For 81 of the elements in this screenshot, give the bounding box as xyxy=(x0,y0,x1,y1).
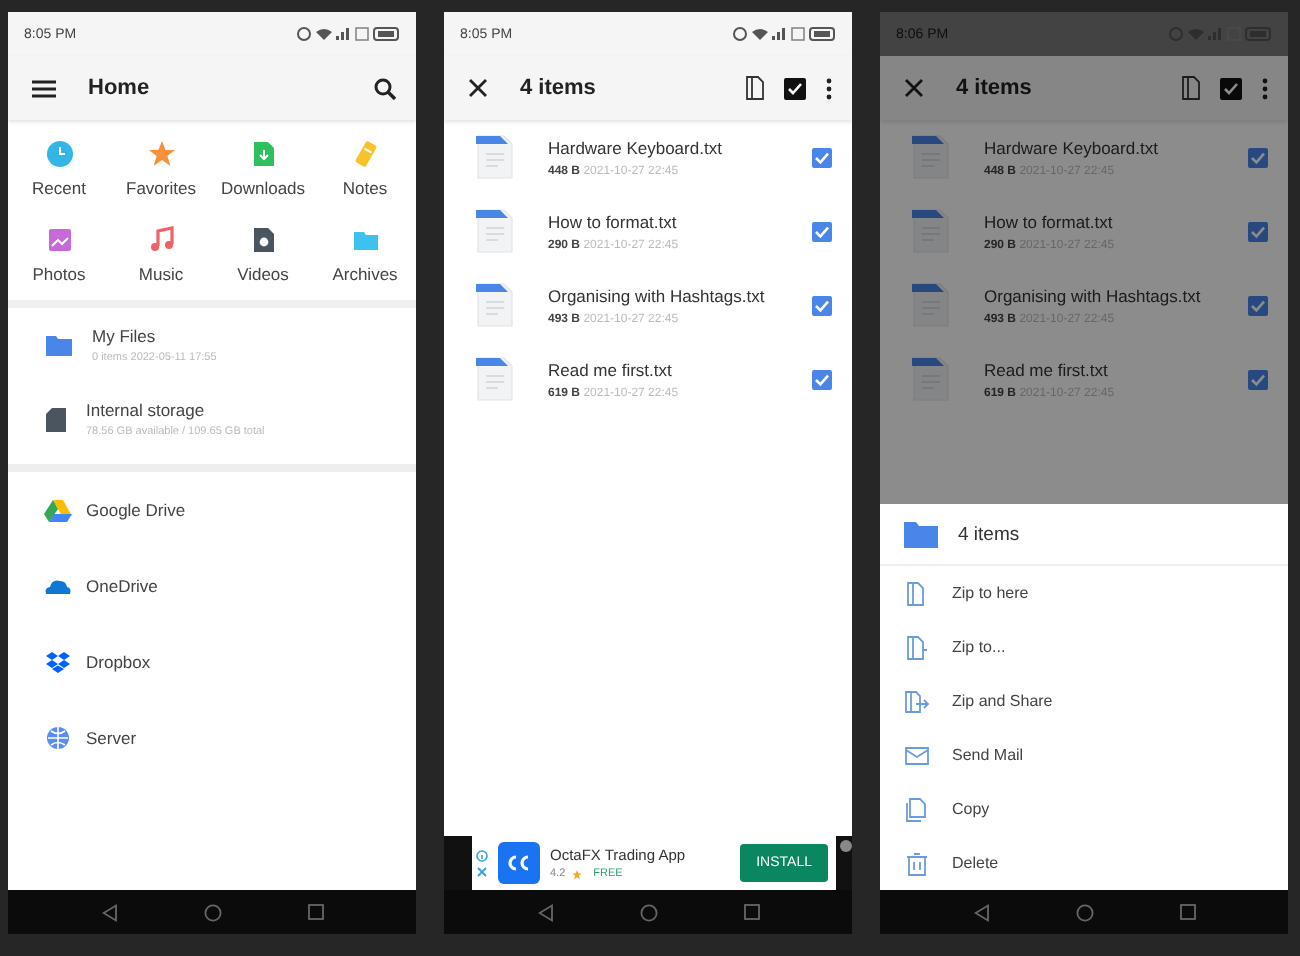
category-tile[interactable]: Music xyxy=(110,218,212,292)
search-icon[interactable] xyxy=(374,77,396,99)
more-icon[interactable] xyxy=(826,77,832,99)
text-file-icon xyxy=(476,282,514,328)
select-all-icon[interactable] xyxy=(1220,77,1242,99)
status-icons xyxy=(732,26,836,42)
checkbox[interactable] xyxy=(1248,369,1268,389)
folder-icon xyxy=(351,226,379,254)
menu-item[interactable]: Zip to... xyxy=(880,620,1288,674)
checkbox[interactable] xyxy=(1248,221,1268,241)
folder-icon xyxy=(46,334,72,356)
star-icon xyxy=(571,869,582,879)
zip-icon[interactable] xyxy=(746,76,764,100)
back-icon[interactable] xyxy=(101,903,117,921)
home-icon[interactable] xyxy=(203,903,221,921)
select-all-icon[interactable] xyxy=(784,77,806,99)
mail-icon xyxy=(904,743,930,767)
menu-item[interactable]: Zip and Share xyxy=(880,674,1288,728)
back-icon[interactable] xyxy=(537,903,553,921)
text-file-icon xyxy=(476,134,514,180)
zip-icon[interactable] xyxy=(1182,76,1200,100)
text-file-icon xyxy=(476,208,514,254)
recents-icon[interactable] xyxy=(1179,904,1195,920)
category-tile[interactable]: Videos xyxy=(212,218,314,292)
text-file-icon xyxy=(912,208,950,254)
text-file-icon xyxy=(912,282,950,328)
screen-title: Home xyxy=(88,76,150,100)
category-tile[interactable]: Recent xyxy=(8,132,110,206)
menu-item[interactable]: Delete xyxy=(880,836,1288,890)
folder-icon xyxy=(904,521,938,547)
info-icon[interactable] xyxy=(476,849,488,861)
category-tile[interactable]: Photos xyxy=(8,218,110,292)
menu-item[interactable]: Zip to here xyxy=(880,566,1288,620)
category-tile[interactable]: Archives xyxy=(314,218,416,292)
menu-item[interactable]: Copy xyxy=(880,782,1288,836)
cloud-service-item[interactable]: OneDrive xyxy=(8,548,416,624)
star-icon xyxy=(147,140,175,168)
menu-item[interactable]: Send Mail xyxy=(880,728,1288,782)
recents-icon[interactable] xyxy=(307,904,323,920)
text-file-icon xyxy=(912,356,950,402)
zip-icon xyxy=(904,581,930,605)
close-icon[interactable] xyxy=(468,78,488,98)
download-icon xyxy=(249,140,277,168)
text-file-icon xyxy=(476,356,514,402)
trash-icon xyxy=(904,851,930,875)
zip-arrow-icon xyxy=(904,635,930,659)
category-tile[interactable]: Favorites xyxy=(110,132,212,206)
checkbox[interactable] xyxy=(1248,147,1268,167)
screen-title: 4 items xyxy=(520,76,596,100)
music-note-icon xyxy=(147,226,175,254)
screen-title: 4 items xyxy=(956,76,1032,100)
menu-icon[interactable] xyxy=(32,79,56,97)
home-icon[interactable] xyxy=(639,903,657,921)
checkbox[interactable] xyxy=(812,147,832,167)
box-logo-icon xyxy=(44,650,72,674)
triangle-logo-icon xyxy=(44,498,72,522)
checkbox[interactable] xyxy=(1248,295,1268,315)
clock-icon xyxy=(45,140,73,168)
status-icons xyxy=(296,26,400,42)
image-icon xyxy=(45,226,73,254)
checkbox[interactable] xyxy=(812,221,832,241)
home-icon[interactable] xyxy=(1075,903,1093,921)
checkbox[interactable] xyxy=(812,295,832,315)
status-icons xyxy=(1168,26,1272,42)
checkbox[interactable] xyxy=(812,369,832,389)
sheet-title: 4 items xyxy=(958,523,1020,545)
back-icon[interactable] xyxy=(973,903,989,921)
share-icon xyxy=(904,689,930,713)
cloud-service-item[interactable]: Dropbox xyxy=(8,624,416,700)
category-tile[interactable]: Notes xyxy=(314,132,416,206)
app-logo-icon xyxy=(498,842,540,884)
cloud-service-item[interactable]: Google Drive xyxy=(8,472,416,548)
cloud-service-item[interactable]: Server xyxy=(8,700,416,776)
category-tile[interactable]: Downloads xyxy=(212,132,314,206)
video-file-icon xyxy=(249,226,277,254)
globe-icon xyxy=(44,726,72,750)
recents-icon[interactable] xyxy=(743,904,759,920)
copy-icon xyxy=(904,797,930,821)
sd-card-icon xyxy=(46,407,66,431)
text-file-icon xyxy=(912,134,950,180)
ad-dot-icon xyxy=(840,840,852,852)
